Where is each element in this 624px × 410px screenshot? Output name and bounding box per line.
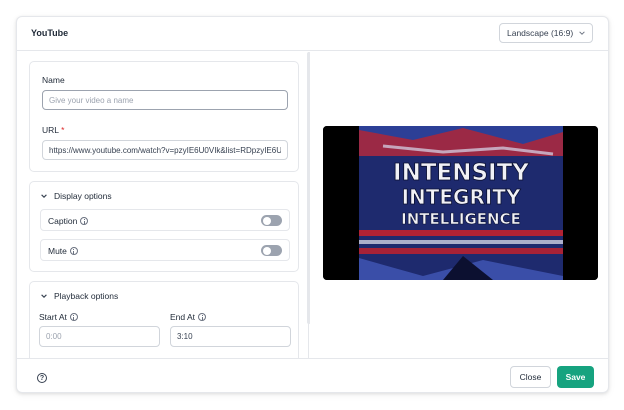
thumbnail-line-3: INTELLIGENCE bbox=[401, 210, 521, 228]
display-options-card: Display options Caption Mute bbox=[29, 181, 299, 272]
mute-option: Mute bbox=[40, 239, 290, 261]
dialog-footer: ? Close Save bbox=[17, 358, 608, 392]
mute-toggle[interactable] bbox=[261, 245, 282, 256]
mute-label: Mute bbox=[48, 246, 67, 256]
start-at-label-text: Start At bbox=[39, 312, 67, 322]
help-icon[interactable]: ? bbox=[37, 373, 47, 383]
end-at-label: End At bbox=[170, 312, 207, 322]
chevron-down-icon bbox=[579, 31, 585, 35]
start-at-input[interactable] bbox=[39, 326, 160, 347]
thumbnail-line-2: INTEGRITY bbox=[402, 185, 521, 209]
thumbnail-line-1: INTENSITY bbox=[393, 160, 529, 186]
dialog-title: YouTube bbox=[31, 28, 69, 38]
info-icon[interactable] bbox=[80, 217, 89, 225]
save-button[interactable]: Save bbox=[557, 366, 594, 388]
chevron-down-icon bbox=[41, 194, 47, 198]
required-mark: * bbox=[61, 125, 65, 135]
name-label: Name bbox=[42, 75, 65, 85]
video-thumbnail: INTENSITY INTEGRITY INTELLIGENCE bbox=[323, 126, 598, 280]
display-options-heading: Display options bbox=[54, 191, 112, 201]
url-label: URL * bbox=[42, 125, 64, 135]
caption-label: Caption bbox=[48, 216, 78, 226]
info-icon[interactable] bbox=[198, 313, 207, 321]
settings-pane[interactable]: Name URL * Display options Caption bbox=[17, 52, 309, 358]
info-icon[interactable] bbox=[69, 247, 78, 255]
url-input[interactable] bbox=[42, 140, 288, 160]
close-button[interactable]: Close bbox=[510, 366, 551, 388]
info-icon[interactable] bbox=[69, 313, 78, 321]
mute-label-wrap: Mute bbox=[48, 246, 78, 256]
dialog-header: YouTube Landscape (16:9) bbox=[17, 17, 608, 51]
caption-label-wrap: Caption bbox=[48, 216, 89, 226]
start-at-label: Start At bbox=[39, 312, 78, 322]
preview-pane: INTENSITY INTEGRITY INTELLIGENCE bbox=[310, 52, 608, 358]
url-label-text: URL bbox=[42, 125, 59, 135]
end-at-label-text: End At bbox=[170, 312, 196, 322]
video-preview[interactable]: INTENSITY INTEGRITY INTELLIGENCE bbox=[323, 126, 598, 280]
end-at-input[interactable] bbox=[170, 326, 291, 347]
name-input[interactable] bbox=[42, 90, 288, 110]
playback-options-heading: Playback options bbox=[54, 291, 119, 301]
display-options-toggle[interactable]: Display options bbox=[40, 191, 112, 201]
video-details-card: Name URL * bbox=[29, 61, 299, 172]
playback-options-card: Playback options Start At End At bbox=[29, 281, 299, 358]
caption-option: Caption bbox=[40, 209, 290, 231]
caption-toggle[interactable] bbox=[261, 215, 282, 226]
chevron-down-icon bbox=[41, 294, 47, 298]
aspect-ratio-value: Landscape (16:9) bbox=[507, 28, 574, 38]
youtube-dialog: YouTube Landscape (16:9) Name URL * Disp… bbox=[16, 16, 609, 393]
aspect-ratio-select[interactable]: Landscape (16:9) bbox=[499, 23, 593, 43]
playback-options-toggle[interactable]: Playback options bbox=[40, 291, 118, 301]
